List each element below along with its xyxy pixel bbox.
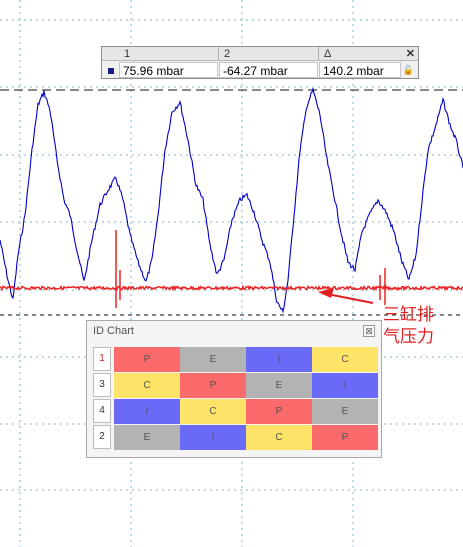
id-chart-title: ID Chart — [93, 325, 134, 337]
cursor-1-header: 1 — [124, 48, 131, 60]
stroke-cell: P — [312, 425, 378, 450]
cylinder-number-label: 1 — [93, 347, 111, 371]
annotation-line-1: 三缸排 — [383, 305, 434, 325]
stroke-cell: E — [246, 373, 312, 398]
vertical-grid-lines — [19, 0, 354, 547]
cursor-readout-panel[interactable]: 1 2 Δ ✕ 75.96 mbar -64.27 mbar 140.2 mba… — [101, 46, 419, 79]
stroke-cell: E — [180, 347, 246, 372]
pressure-trace — [0, 88, 463, 314]
stroke-cell: I — [180, 425, 246, 450]
stroke-cell: E — [114, 425, 180, 450]
stroke-cell: C — [246, 425, 312, 450]
cursor-readout-header[interactable]: 1 2 Δ ✕ — [102, 47, 418, 61]
waveform-plot — [0, 0, 463, 547]
id-chart-window[interactable]: ID Chart ⊠ 1PEIC3CPEI4ICPE2EICP — [86, 320, 382, 458]
stroke-cell: C — [312, 347, 378, 372]
stroke-cell: P — [180, 373, 246, 398]
stroke-cell: C — [114, 373, 180, 398]
header-separator — [318, 47, 319, 61]
delta-value: 140.2 mbar — [319, 62, 401, 78]
exhaust-pressure-annotation: 三缸排 气压力 — [383, 304, 434, 348]
close-icon[interactable]: ✕ — [406, 47, 415, 61]
cylinder-number-label: 4 — [93, 399, 111, 423]
stroke-cell: I — [246, 347, 312, 372]
stroke-cell: I — [312, 373, 378, 398]
cylinder-number-label: 3 — [93, 373, 111, 397]
stroke-cell: C — [180, 399, 246, 424]
stroke-cell: P — [246, 399, 312, 424]
stroke-cell: P — [114, 347, 180, 372]
event-trace — [0, 230, 463, 308]
cylinder-number-label: 2 — [93, 425, 111, 449]
cursor-1-value: 75.96 mbar — [119, 62, 218, 78]
header-separator — [218, 47, 219, 61]
close-icon[interactable]: ⊠ — [363, 325, 375, 337]
delta-header: Δ — [324, 48, 332, 60]
unlock-icon[interactable]: 🔓 — [403, 65, 414, 76]
annotation-line-2: 气压力 — [383, 327, 434, 347]
stroke-cell: I — [114, 399, 180, 424]
cursor-2-header: 2 — [224, 48, 231, 60]
stroke-cell: E — [312, 399, 378, 424]
trace-color-swatch — [108, 68, 114, 74]
cursor-2-value: -64.27 mbar — [219, 62, 318, 78]
